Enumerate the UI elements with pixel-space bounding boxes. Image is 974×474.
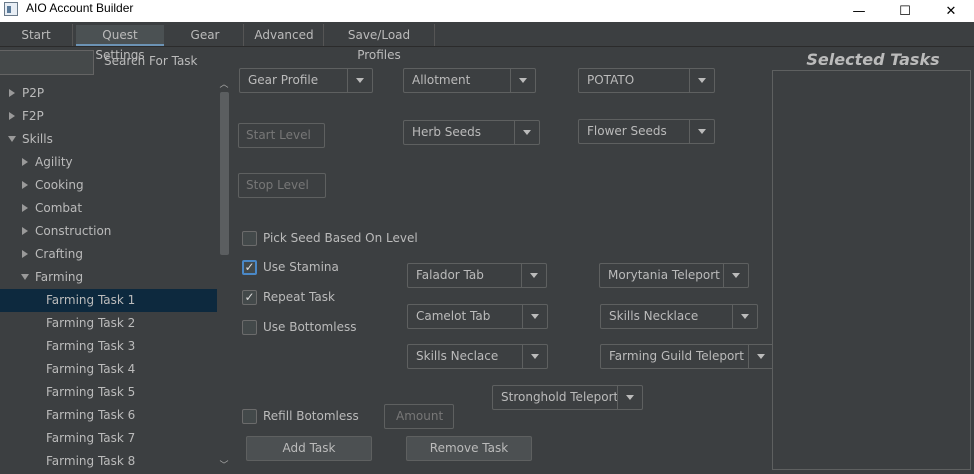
repeat-task-checkbox[interactable]: ✓ xyxy=(242,290,257,305)
stop-level-field[interactable]: Stop Level xyxy=(238,173,326,198)
repeat-task-label: Repeat Task xyxy=(263,290,335,304)
allotment-dropdown[interactable]: Allotment xyxy=(403,68,536,93)
chevron-down-icon[interactable] xyxy=(522,305,547,328)
use-stamina-checkbox[interactable]: ✓ xyxy=(242,260,257,275)
tree-item-farming-task-6[interactable]: Farming Task 6 xyxy=(0,404,217,427)
use-bottomless-checkbox[interactable] xyxy=(242,320,257,335)
tree-item-p2p[interactable]: P2P xyxy=(0,82,217,105)
tree-item-construction[interactable]: Construction xyxy=(0,220,217,243)
use-bottomless-label: Use Bottomless xyxy=(263,320,357,334)
amount-field[interactable]: Amount xyxy=(384,404,454,429)
remove-task-button[interactable]: Remove Task xyxy=(406,436,532,461)
chevron-down-icon[interactable] xyxy=(723,264,748,287)
expand-arrow-icon xyxy=(22,250,28,258)
pick-seed-checkbox[interactable] xyxy=(242,231,257,246)
use-stamina-label: Use Stamina xyxy=(263,260,339,274)
tab-divider xyxy=(243,24,244,46)
tree-item-skills[interactable]: Skills xyxy=(0,128,217,151)
tree-item-agility[interactable]: Agility xyxy=(0,151,217,174)
tab-start[interactable]: Start xyxy=(6,25,66,45)
skills-neclace-dropdown[interactable]: Skills Neclace xyxy=(407,344,548,369)
tab-gear[interactable]: Gear xyxy=(180,25,230,45)
tab-divider xyxy=(72,24,73,46)
chevron-down-icon[interactable] xyxy=(521,264,546,287)
camelot-tab-dropdown[interactable]: Camelot Tab xyxy=(407,304,548,329)
tree-item-farming-task-5[interactable]: Farming Task 5 xyxy=(0,381,217,404)
scroll-down-icon[interactable]: ﹀ xyxy=(217,460,231,472)
tree-item-cooking[interactable]: Cooking xyxy=(0,174,217,197)
minimize-button[interactable]: — xyxy=(836,0,882,22)
chevron-down-icon[interactable] xyxy=(510,69,535,92)
tree-item-farming-task-7[interactable]: Farming Task 7 xyxy=(0,427,217,450)
tab-save-load-profiles[interactable]: Save/Load Profiles xyxy=(327,25,431,62)
gear-profile-dropdown[interactable]: Gear Profile xyxy=(239,68,373,93)
falador-tab-dropdown[interactable]: Falador Tab xyxy=(407,263,547,288)
tree-item-farming-task-3[interactable]: Farming Task 3 xyxy=(0,335,217,358)
expand-arrow-icon xyxy=(9,112,15,120)
chevron-down-icon[interactable] xyxy=(689,120,714,143)
herb-seeds-dropdown[interactable]: Herb Seeds xyxy=(403,120,540,145)
chevron-down-icon[interactable] xyxy=(748,345,773,368)
tree-item-combat[interactable]: Combat xyxy=(0,197,217,220)
chevron-down-icon[interactable] xyxy=(514,121,539,144)
collapse-arrow-icon xyxy=(21,274,29,280)
selected-tasks-list[interactable] xyxy=(772,70,971,470)
refill-bottomless-checkbox[interactable] xyxy=(242,409,257,424)
collapse-arrow-icon xyxy=(8,136,16,142)
refill-bottomless-label: Refill Botomless xyxy=(263,409,359,423)
morytania-teleport-dropdown[interactable]: Morytania Teleport xyxy=(599,263,749,288)
chevron-down-icon[interactable] xyxy=(689,69,714,92)
start-level-field[interactable]: Start Level xyxy=(238,123,325,148)
expand-arrow-icon xyxy=(22,181,28,189)
tab-advanced[interactable]: Advanced xyxy=(250,25,318,45)
scroll-thumb[interactable] xyxy=(220,92,229,255)
skills-necklace-dropdown[interactable]: Skills Necklace xyxy=(600,304,758,329)
crop-dropdown[interactable]: POTATO xyxy=(578,68,715,93)
search-input[interactable] xyxy=(0,50,94,75)
expand-arrow-icon xyxy=(9,89,15,97)
tree-item-farming-task-1[interactable]: Farming Task 1 xyxy=(0,289,217,312)
tab-quest-settings[interactable]: Quest Settings xyxy=(76,25,164,62)
tree-item-farming[interactable]: Farming xyxy=(0,266,217,289)
farming-guild-teleport-dropdown[interactable]: Farming Guild Teleport xyxy=(600,344,774,369)
close-button[interactable]: ✕ xyxy=(928,0,974,22)
title-bar xyxy=(0,0,974,22)
app-icon xyxy=(4,2,18,16)
tree-item-f2p[interactable]: F2P xyxy=(0,105,217,128)
add-task-button[interactable]: Add Task xyxy=(246,436,372,461)
tab-divider xyxy=(323,24,324,46)
pick-seed-label: Pick Seed Based On Level xyxy=(263,231,418,245)
stronghold-teleport-dropdown[interactable]: Stronghold Teleport xyxy=(492,385,643,410)
chevron-down-icon[interactable] xyxy=(617,386,642,409)
tree-item-farming-task-2[interactable]: Farming Task 2 xyxy=(0,312,217,335)
expand-arrow-icon xyxy=(22,204,28,212)
scroll-up-icon[interactable]: ︿ xyxy=(217,79,231,91)
chevron-down-icon[interactable] xyxy=(732,305,757,328)
expand-arrow-icon xyxy=(22,158,28,166)
flower-seeds-dropdown[interactable]: Flower Seeds xyxy=(578,119,715,144)
tree-item-crafting[interactable]: Crafting xyxy=(0,243,217,266)
search-label: Search For Task xyxy=(104,54,198,68)
tree-item-farming-task-8[interactable]: Farming Task 8 xyxy=(0,450,217,473)
tree-item-farming-task-4[interactable]: Farming Task 4 xyxy=(0,358,217,381)
window-title: AIO Account Builder xyxy=(26,1,134,15)
maximize-button[interactable]: ☐ xyxy=(882,0,928,22)
expand-arrow-icon xyxy=(22,227,28,235)
chevron-down-icon[interactable] xyxy=(347,69,372,92)
selected-tasks-title: Selected Tasks xyxy=(806,50,940,69)
tab-divider xyxy=(434,24,435,46)
chevron-down-icon[interactable] xyxy=(522,345,547,368)
